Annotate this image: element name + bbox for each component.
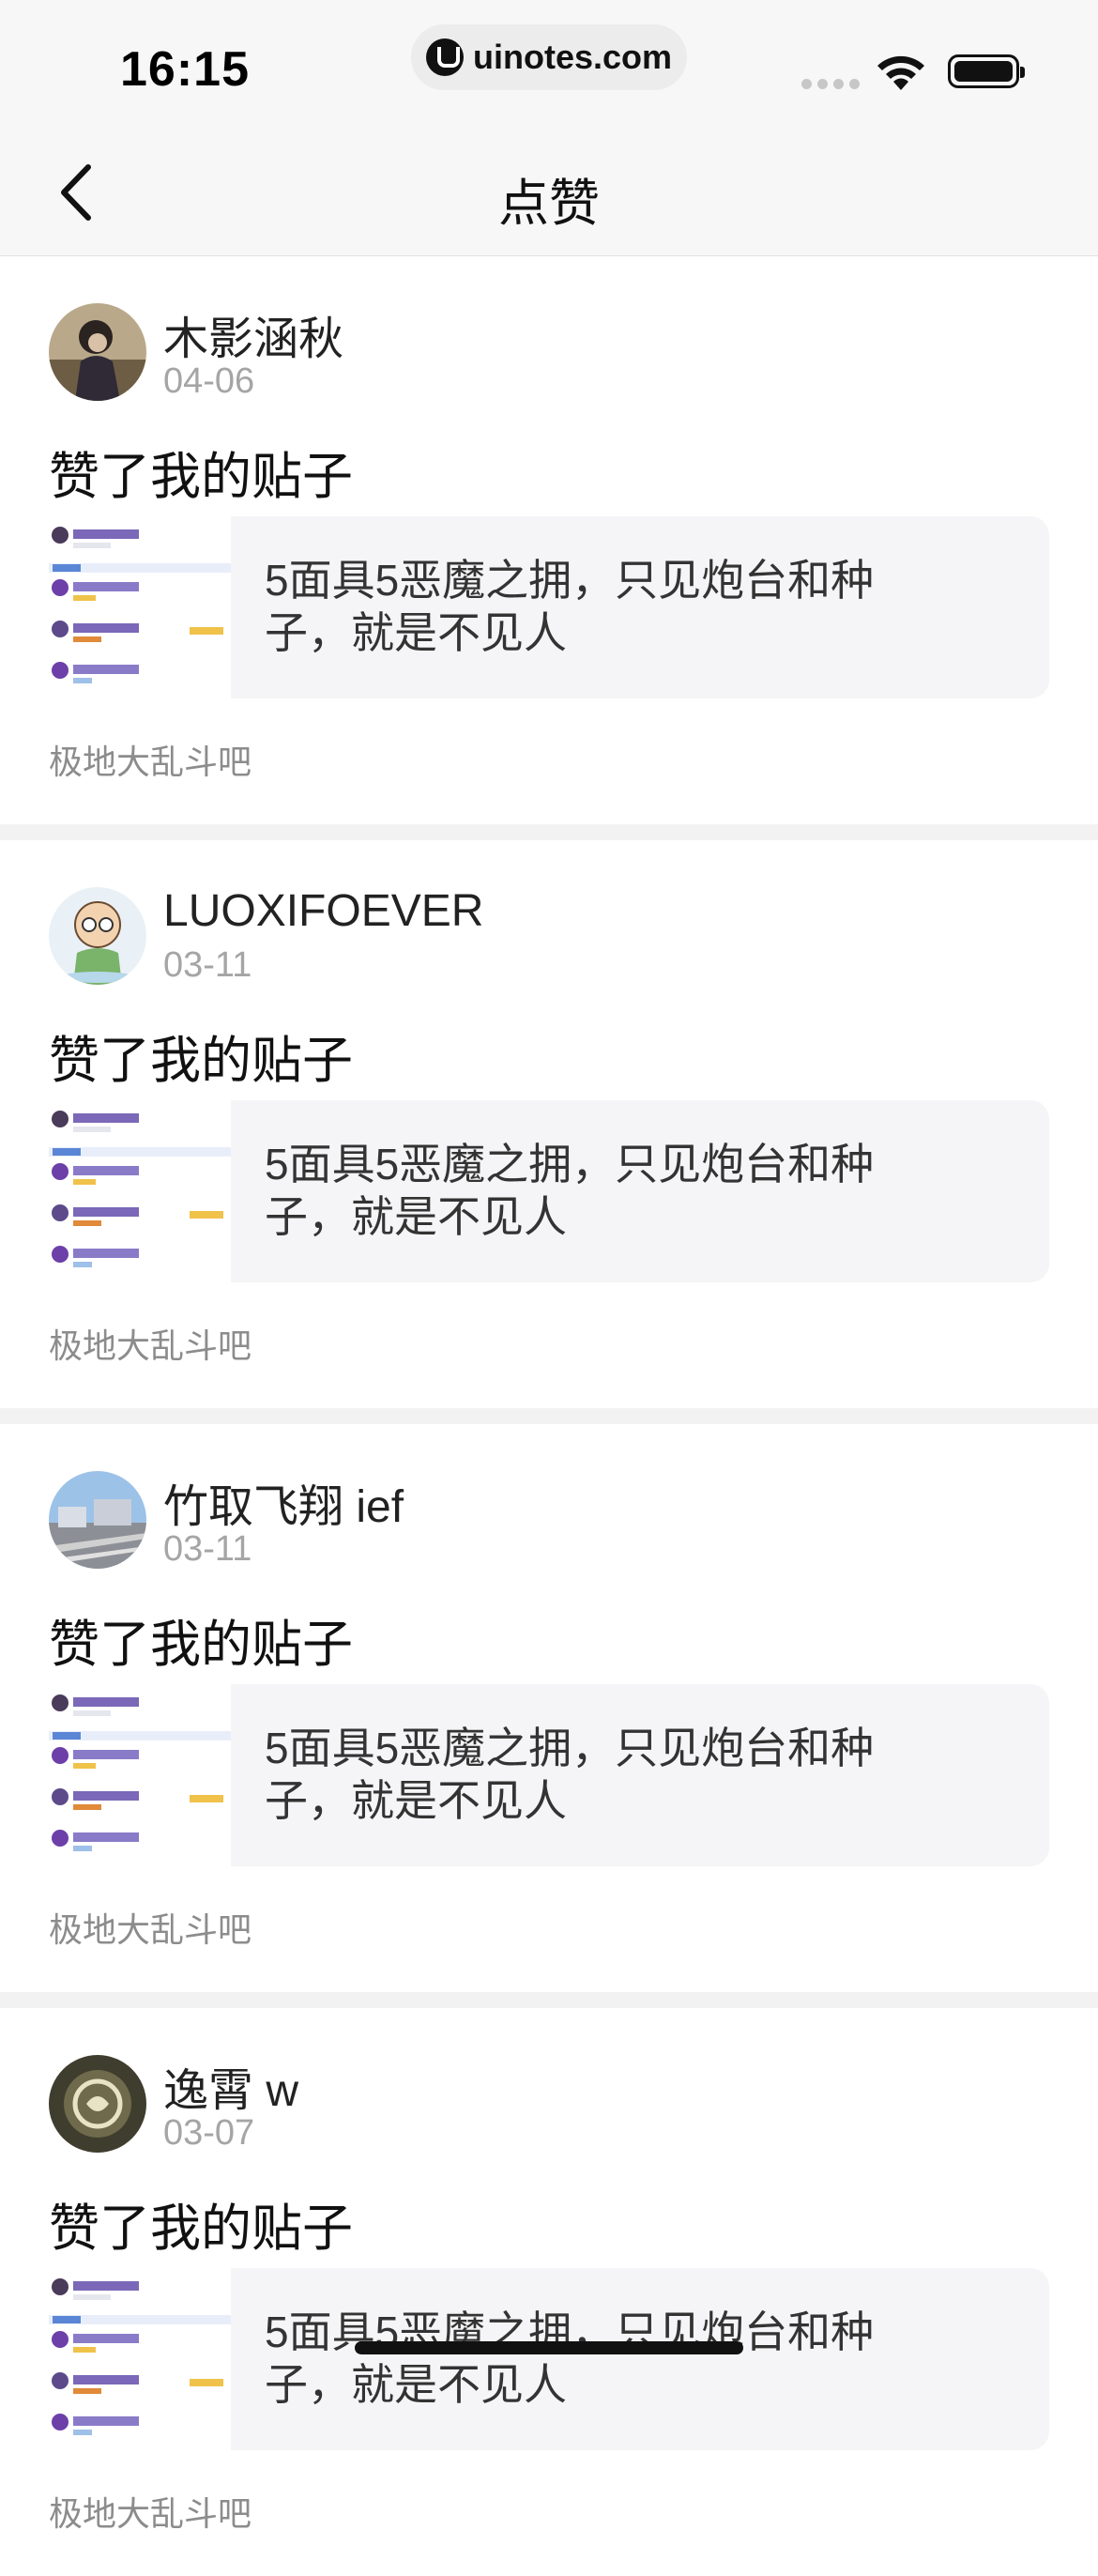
like-action-text: 赞了我的贴子 <box>49 2200 353 2257</box>
forum-name[interactable]: 极地大乱斗吧 <box>49 1903 252 1952</box>
status-bar: 16:15 uinotes.com <box>0 0 1098 122</box>
like-date: 04-06 <box>163 361 255 401</box>
like-action-text: 赞了我的贴子 <box>49 1033 353 1089</box>
home-indicator <box>355 2341 743 2354</box>
like-date: 03-11 <box>163 945 252 985</box>
avatar[interactable] <box>49 303 146 401</box>
post-preview[interactable]: 5面具5恶魔之拥，只见炮台和种子，就是不见人 <box>49 1684 1049 1866</box>
avatar[interactable] <box>49 887 146 985</box>
post-preview[interactable]: 5面具5恶魔之拥，只见炮台和种子，就是不见人 <box>49 1100 1049 1282</box>
like-action-text: 赞了我的贴子 <box>49 1617 353 1673</box>
nav-bar: 点赞 <box>0 122 1098 256</box>
post-thumbnail <box>49 1100 231 1282</box>
post-title: 5面具5恶魔之拥，只见炮台和种子，就是不见人 <box>265 1724 875 1825</box>
like-date: 03-07 <box>163 2113 255 2153</box>
user-name[interactable]: 木影涵秋 <box>163 301 343 367</box>
wifi-icon <box>877 55 924 90</box>
cellular-signal-icon <box>801 79 860 89</box>
user-name[interactable]: 逸霄 w <box>163 2053 298 2119</box>
list-item[interactable]: LUOXIFOEVER 03-11 赞了我的贴子 5面具5恶魔之拥，只见炮台和种… <box>0 840 1098 1408</box>
forum-name[interactable]: 极地大乱斗吧 <box>49 735 252 784</box>
separator <box>0 1408 1098 1424</box>
post-title: 5面具5恶魔之拥，只见炮台和种子，就是不见人 <box>265 2308 875 2409</box>
post-preview[interactable]: 5面具5恶魔之拥，只见炮台和种子，就是不见人 <box>49 2268 1049 2450</box>
user-name[interactable]: LUOXIFOEVER <box>163 885 483 937</box>
list-item[interactable]: 逸霄 w 03-07 赞了我的贴子 5面具5恶魔之拥，只见炮台和种子，就是不见人… <box>0 2008 1098 2576</box>
status-time: 16:15 <box>120 42 250 97</box>
like-date: 03-11 <box>163 1529 252 1569</box>
url-pill[interactable]: uinotes.com <box>411 24 687 90</box>
site-logo-icon <box>425 38 464 76</box>
forum-name[interactable]: 极地大乱斗吧 <box>49 2487 252 2536</box>
post-thumbnail <box>49 1684 231 1866</box>
list-item[interactable]: 木影涵秋 04-06 赞了我的贴子 5面具5恶魔之拥，只见炮台和种子，就是不见人… <box>0 256 1098 824</box>
url-text: uinotes.com <box>472 38 673 76</box>
separator <box>0 824 1098 840</box>
post-title: 5面具5恶魔之拥，只见炮台和种子，就是不见人 <box>265 556 875 657</box>
like-action-text: 赞了我的贴子 <box>49 449 353 505</box>
avatar[interactable] <box>49 2055 146 2153</box>
post-title: 5面具5恶魔之拥，只见炮台和种子，就是不见人 <box>265 1140 875 1241</box>
separator <box>0 1992 1098 2008</box>
battery-icon <box>948 54 1025 88</box>
page-title: 点赞 <box>498 176 600 232</box>
forum-name[interactable]: 极地大乱斗吧 <box>49 1319 252 1368</box>
post-thumbnail <box>49 2268 231 2450</box>
post-thumbnail <box>49 516 231 698</box>
user-name[interactable]: 竹取飞翔 ief <box>163 1469 404 1535</box>
likes-feed: 木影涵秋 04-06 赞了我的贴子 5面具5恶魔之拥，只见炮台和种子，就是不见人… <box>0 256 1098 2576</box>
post-preview[interactable]: 5面具5恶魔之拥，只见炮台和种子，就是不见人 <box>49 516 1049 698</box>
list-item[interactable]: 竹取飞翔 ief 03-11 赞了我的贴子 5面具5恶魔之拥，只见炮台和种子，就… <box>0 1424 1098 1992</box>
avatar[interactable] <box>49 1471 146 1569</box>
